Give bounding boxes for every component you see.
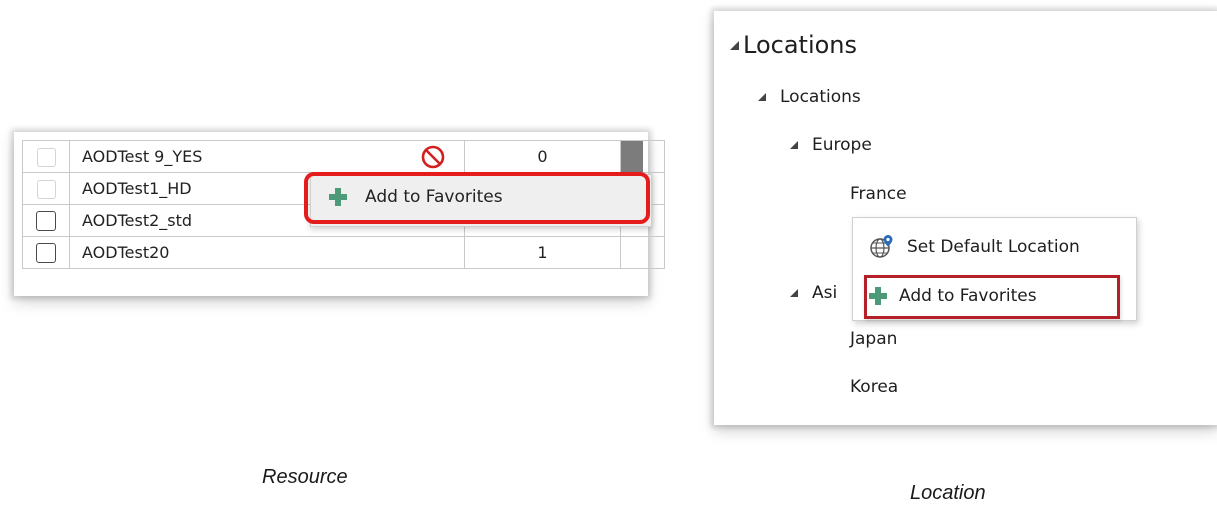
expanded-triangle-icon[interactable] [790, 289, 798, 297]
resource-value: 0 [464, 140, 621, 173]
tree-node-asia[interactable]: Asi [790, 283, 837, 303]
expanded-triangle-icon[interactable] [730, 40, 739, 50]
resource-panel: AODTest 9_YES 0 AODTest1_HD AODTest2_std… [14, 132, 665, 296]
tree-node-europe[interactable]: Europe [790, 135, 872, 155]
caption-resource: Resource [262, 466, 348, 488]
tree-node-korea[interactable]: Korea [850, 377, 898, 397]
resource-value: 1 [464, 236, 621, 269]
expanded-triangle-icon[interactable] [758, 93, 766, 101]
menu-item-label: Set Default Location [907, 237, 1080, 257]
resource-name: AODTest 9_YES [82, 147, 203, 166]
row-checkbox-cell[interactable] [22, 236, 70, 269]
location-panel: Locations Locations Europe France Asi Ja… [714, 11, 1217, 425]
tree-node-label: Europe [812, 135, 872, 155]
row-checkbox[interactable] [36, 179, 56, 199]
row-checkbox[interactable] [36, 210, 56, 231]
tree-node-root[interactable]: Locations [730, 31, 857, 59]
tree-node-locations[interactable]: Locations [758, 87, 861, 107]
resource-name: AODTest2_std [82, 211, 193, 230]
table-row[interactable]: AODTest20 1 [22, 236, 665, 269]
resource-name-cell: AODTest 9_YES [69, 140, 465, 173]
tree-node-label: Japan [850, 329, 898, 349]
prohibited-icon [421, 145, 445, 169]
tree-node-japan[interactable]: Japan [850, 329, 897, 349]
resource-name: AODTest20 [82, 243, 170, 262]
tree-node-france[interactable]: France [850, 184, 907, 204]
row-checkbox-cell[interactable] [22, 172, 70, 205]
caption-location: Location [910, 482, 986, 504]
set-default-location-menu-item[interactable]: Set Default Location [869, 234, 1080, 260]
tree-node-label: Locations [780, 87, 861, 107]
tree-node-label: Korea [850, 377, 899, 397]
resource-name-cell: AODTest20 [69, 236, 465, 269]
tree-node-label: France [850, 184, 907, 204]
row-checkbox[interactable] [36, 242, 56, 263]
row-extra-cell [620, 236, 665, 269]
resource-name: AODTest1_HD [82, 179, 192, 198]
tree-node-label: Locations [743, 31, 858, 59]
highlight-frame [304, 172, 650, 224]
row-extra-cell [620, 140, 665, 173]
expanded-triangle-icon[interactable] [790, 141, 798, 149]
tree-node-label: Asi [812, 283, 838, 303]
row-checkbox-cell[interactable] [22, 204, 70, 237]
table-row[interactable]: AODTest 9_YES 0 [22, 140, 665, 173]
scrollbar-thumb[interactable] [621, 141, 643, 172]
row-checkbox[interactable] [36, 147, 56, 167]
globe-pin-icon [869, 234, 895, 260]
highlight-frame [864, 275, 1120, 319]
row-checkbox-cell[interactable] [22, 140, 70, 173]
